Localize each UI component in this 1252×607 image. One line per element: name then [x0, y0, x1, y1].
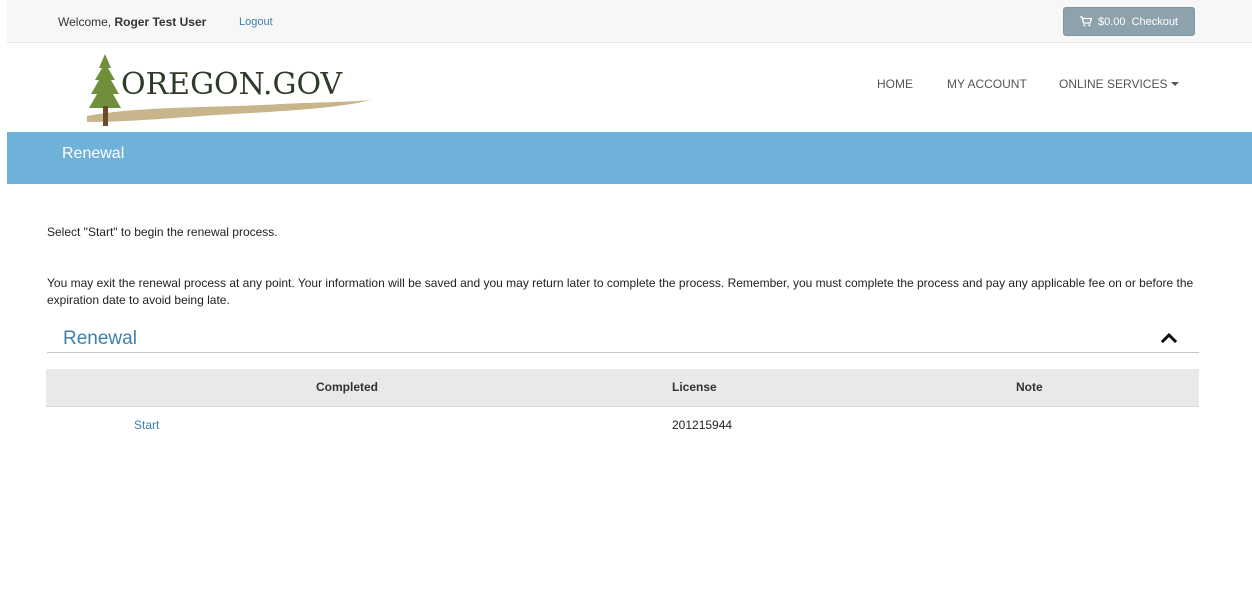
checkout-label: Checkout: [1131, 15, 1178, 28]
page-title: Renewal: [62, 145, 125, 162]
user-name: Roger Test User: [114, 15, 207, 29]
renewal-section-header: Renewal: [47, 324, 1199, 353]
shopping-cart-icon: [1079, 16, 1092, 27]
nav-my-account[interactable]: MY ACCOUNT: [947, 77, 1027, 91]
oregon-gov-logo[interactable]: OREGON.GOV: [81, 50, 371, 130]
welcome-message: Welcome, Roger Test User: [58, 15, 206, 29]
renewal-table: Completed License Note Start 201215944: [46, 369, 1199, 445]
welcome-prefix: Welcome,: [58, 15, 112, 29]
nav-online-services[interactable]: ONLINE SERVICES: [1059, 77, 1180, 91]
column-header-note: Note: [1016, 380, 1043, 394]
page-banner: Renewal: [7, 132, 1252, 184]
logout-link[interactable]: Logout: [239, 16, 273, 28]
nav-online-services-label: ONLINE SERVICES: [1059, 77, 1168, 91]
column-header-completed: Completed: [316, 380, 379, 394]
top-bar: Welcome, Roger Test User Logout $0.00 Ch…: [7, 0, 1252, 43]
logo-text: OREGON.GOV: [121, 67, 344, 102]
start-link[interactable]: Start: [134, 418, 159, 432]
license-number: 201215944: [672, 418, 733, 432]
table-row: Start 201215944: [46, 407, 1199, 445]
site-header: OREGON.GOV HOME MY ACCOUNT ONLINE SERVIC…: [7, 44, 1252, 132]
section-title: Renewal: [63, 328, 137, 349]
column-header-license: License: [672, 380, 717, 394]
chevron-up-icon[interactable]: [1161, 332, 1177, 343]
intro-description: You may exit the renewal process at any …: [47, 276, 1194, 307]
checkout-button[interactable]: $0.00 Checkout: [1063, 7, 1195, 36]
table-header: Completed License Note: [46, 369, 1199, 407]
nav-home[interactable]: HOME: [877, 77, 913, 91]
caret-down-icon: [1171, 82, 1180, 86]
intro-instruction: Select "Start" to begin the renewal proc…: [47, 225, 278, 239]
cart-amount: $0.00: [1097, 15, 1126, 28]
